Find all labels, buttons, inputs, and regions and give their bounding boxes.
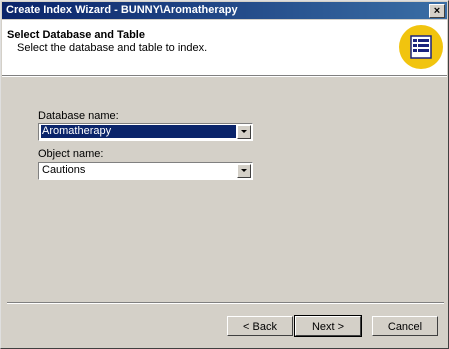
object-name-label: Object name: xyxy=(38,148,104,160)
database-name-label: Database name: xyxy=(38,110,119,122)
header-divider xyxy=(2,75,447,77)
chevron-down-icon[interactable] xyxy=(237,164,251,178)
database-name-value: Aromatherapy xyxy=(41,125,236,138)
cancel-button[interactable]: Cancel xyxy=(372,316,438,336)
window-title: Create Index Wizard - BUNNY\Aromatherapy xyxy=(6,4,238,16)
object-name-value: Cautions xyxy=(42,164,86,176)
back-button[interactable]: < Back xyxy=(227,316,293,336)
database-name-dropdown[interactable]: Aromatherapy xyxy=(38,123,253,141)
title-bar[interactable]: Create Index Wizard - BUNNY\Aromatherapy… xyxy=(2,2,447,19)
chevron-down-icon[interactable] xyxy=(237,125,251,139)
next-button[interactable]: Next > xyxy=(294,315,362,337)
wizard-header: Select Database and Table Select the dat… xyxy=(2,20,447,75)
step-title: Select Database and Table xyxy=(7,29,145,41)
step-subtitle: Select the database and table to index. xyxy=(17,42,208,54)
footer-divider xyxy=(7,302,444,304)
close-button[interactable]: × xyxy=(429,4,445,18)
wizard-window: Create Index Wizard - BUNNY\Aromatherapy… xyxy=(0,0,449,349)
table-list-icon xyxy=(399,25,443,69)
object-name-dropdown[interactable]: Cautions xyxy=(38,162,253,180)
